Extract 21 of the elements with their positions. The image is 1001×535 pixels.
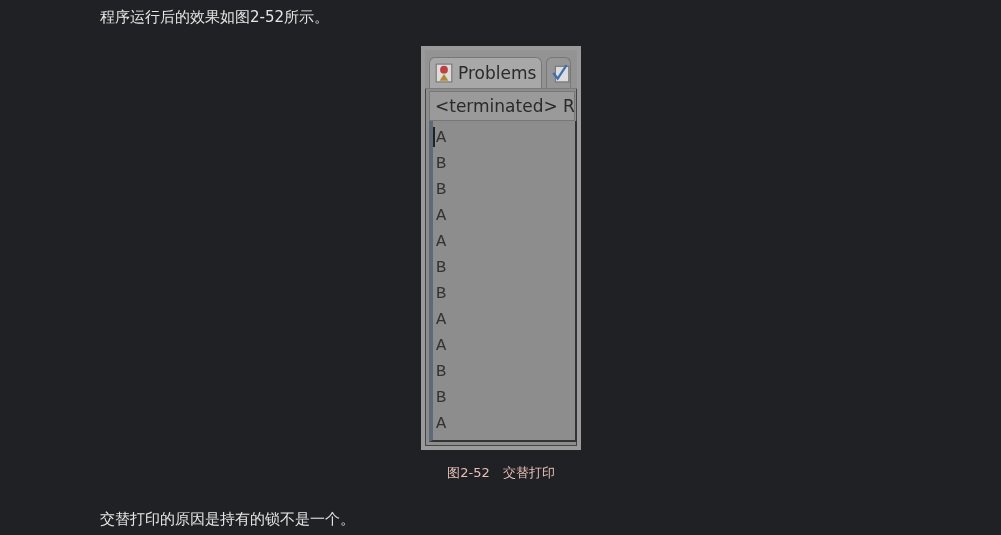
console-line: B xyxy=(436,179,447,201)
console-line: A xyxy=(436,231,447,253)
figure-caption: 图2-52 交替打印 xyxy=(446,464,556,482)
console-line: A xyxy=(436,413,447,435)
paragraph: 交替打印的原因是持有的锁不是一个。 xyxy=(100,509,356,529)
console-line: B xyxy=(436,387,447,409)
console-line: B xyxy=(436,257,447,279)
console-line: A xyxy=(436,127,447,149)
problems-icon xyxy=(435,63,453,83)
console-line: A xyxy=(436,335,447,357)
tab[interactable] xyxy=(546,57,572,88)
paragraph: 程序运行后的效果如图2-52所示。 xyxy=(100,7,331,27)
task-icon xyxy=(552,63,571,83)
tab[interactable]: Problems xyxy=(429,57,543,88)
console-header: <terminated> R xyxy=(429,91,575,121)
console-line: B xyxy=(436,361,447,383)
console-line: A xyxy=(436,205,447,227)
console-line: B xyxy=(436,283,447,305)
console-line: A xyxy=(436,309,447,331)
console-line: B xyxy=(436,153,447,175)
text-cursor xyxy=(433,127,435,147)
